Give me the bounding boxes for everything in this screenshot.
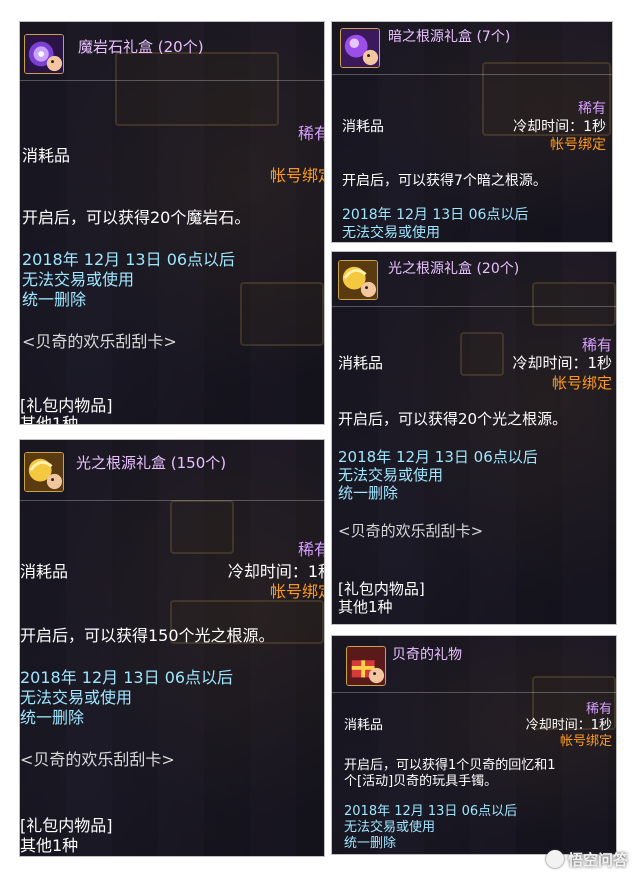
divider: [20, 500, 324, 501]
rarity-label: 稀有: [297, 124, 324, 143]
restriction-text: 统一删除: [338, 484, 399, 502]
cooldown-label: 冷却时间：1秒: [513, 119, 606, 135]
cooldown-label: 冷却时间：1秒: [512, 354, 612, 372]
purple-swirl-icon: [24, 34, 64, 74]
source-text: <贝奇的欢乐刮刮卡>: [338, 522, 484, 540]
effect-text: 开启后，可以获得20个魔岩石。: [22, 208, 251, 227]
bind-label: 帐号绑定: [559, 734, 612, 749]
effect-text: 开启后，可以获得7个暗之根源。: [342, 173, 547, 189]
bind-label: 帐号绑定: [551, 374, 612, 392]
restriction-text: 统一删除: [22, 290, 87, 309]
restriction-text: 无法交易或使用: [342, 225, 440, 241]
category-label: 消耗品: [22, 146, 71, 165]
effect-text-continued: 个[活动]贝奇的玩具手镯。: [344, 774, 498, 789]
effect-text: 开启后，可以获得20个光之根源。: [338, 410, 568, 428]
gift-box-icon: [346, 646, 386, 686]
rarity-label: 稀有: [578, 101, 606, 117]
source-text: <贝奇的欢乐刮刮卡>: [20, 750, 175, 769]
contents-text: 其他1种: [338, 598, 393, 616]
item-tooltip-panel: 暗之根源礼盒 (7个) 稀有 消耗品 冷却时间：1秒 帐号绑定 开启后，可以获得…: [332, 22, 612, 242]
item-title: 魔岩石礼盒 (20个): [78, 38, 204, 56]
bind-label: 帐号绑定: [269, 582, 324, 601]
divider: [332, 692, 616, 693]
item-tooltip-panel: 光之根源礼盒 (20个) 稀有 消耗品 冷却时间：1秒 帐号绑定 开启后，可以获…: [332, 252, 616, 624]
category-label: 消耗品: [344, 718, 384, 733]
restriction-text: 统一删除: [20, 708, 85, 727]
bind-label: 帐号绑定: [269, 166, 324, 185]
item-tooltip-panel: 光之根源礼盒 (150个) 稀有 消耗品 冷却时间：1秒 帐号绑定 开启后，可以…: [20, 440, 324, 856]
date-text: 2018年 12月 13日 06点以后: [342, 207, 529, 223]
restriction-text: 统一删除: [344, 836, 397, 851]
contents-text: 其他1种: [20, 414, 79, 424]
effect-text: 开启后，可以获得150个光之根源。: [20, 626, 275, 645]
item-tooltip-panel: 贝奇的礼物 稀有 消耗品 冷却时间：1秒 帐号绑定 开启后，可以获得1个贝奇的回…: [332, 636, 616, 854]
golden-light-icon: [338, 260, 378, 300]
watermark-logo-icon: [545, 850, 564, 868]
tooltip-overlay: [20, 440, 324, 856]
watermark: 悟空问答: [545, 849, 628, 870]
divider: [332, 74, 612, 75]
bind-label: 帐号绑定: [550, 137, 606, 153]
watermark-text: 悟空问答: [567, 851, 628, 869]
category-label: 消耗品: [338, 354, 384, 372]
divider: [20, 80, 324, 81]
item-tooltip-panel: 魔岩石礼盒 (20个) 稀有 消耗品 帐号绑定 开启后，可以获得20个魔岩石。 …: [20, 22, 324, 424]
purple-orb-icon: [340, 28, 380, 68]
rarity-label: 稀有: [297, 540, 324, 559]
item-title: 光之根源礼盒 (20个): [388, 261, 520, 277]
item-title: 暗之根源礼盒 (7个): [388, 29, 511, 45]
contents-text: 其他1种: [20, 836, 79, 855]
source-text: <贝奇的欢乐刮刮卡>: [22, 332, 177, 351]
golden-light-icon: [24, 452, 64, 492]
category-label: 消耗品: [20, 562, 69, 581]
tooltip-overlay: [332, 252, 616, 624]
divider: [332, 306, 616, 307]
item-title: 贝奇的礼物: [392, 647, 462, 663]
category-label: 消耗品: [342, 119, 384, 135]
item-title: 光之根源礼盒 (150个): [76, 454, 227, 472]
